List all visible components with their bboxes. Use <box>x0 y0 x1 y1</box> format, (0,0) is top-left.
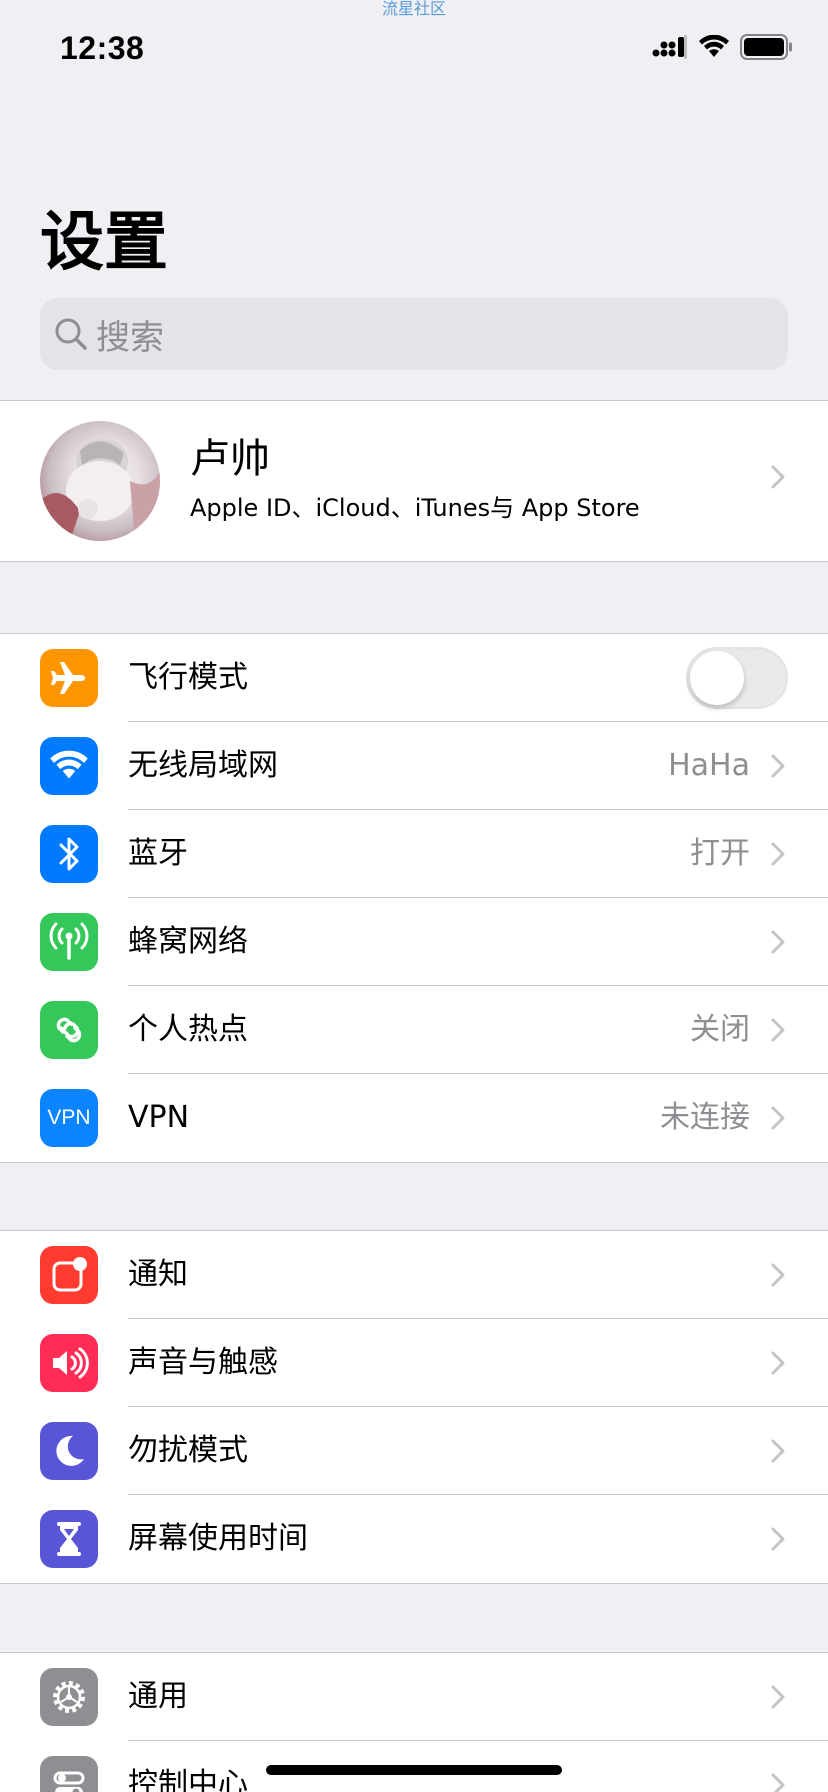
settings-row-do-not-disturb[interactable]: 勿扰模式 <box>0 1407 828 1495</box>
settings-row-screen-time[interactable]: 屏幕使用时间 <box>0 1495 828 1583</box>
settings-row-label: 蓝牙 <box>128 836 188 871</box>
settings-row-value: HaHa <box>668 748 750 783</box>
vpn-icon-text: VPN <box>47 1106 91 1129</box>
connectivity-group: 飞行模式 无线局域网 HaHa 蓝牙 打开 蜂窝网络 个人热点 关闭 VPN V… <box>0 633 828 1163</box>
avatar <box>40 421 160 541</box>
wifi-icon <box>40 737 98 795</box>
settings-row-personal-hotspot[interactable]: 个人热点 关闭 <box>0 986 828 1074</box>
settings-row-value: 关闭 <box>690 1012 750 1047</box>
settings-row-label: 通知 <box>128 1257 188 1292</box>
status-time: 12:38 <box>60 30 145 66</box>
search-icon <box>55 318 87 350</box>
settings-row-label: VPN <box>128 1100 190 1135</box>
airplane-mode-toggle[interactable] <box>686 647 788 709</box>
chevron-right-icon <box>771 1685 785 1709</box>
settings-row-label: 通用 <box>128 1679 188 1714</box>
settings-row-vpn[interactable]: VPN VPN 未连接 <box>0 1074 828 1162</box>
page-title: 设置 <box>40 206 168 280</box>
status-bar: 12:38 <box>0 26 828 72</box>
settings-row-label: 控制中心 <box>128 1767 248 1792</box>
toggle-knob <box>690 651 744 705</box>
profile-subtitle: Apple ID、iCloud、iTunes与 App Store <box>190 494 640 522</box>
chevron-right-icon <box>771 1106 785 1130</box>
notifications-group: 通知 声音与触感 勿扰模式 屏幕使用时间 <box>0 1230 828 1584</box>
gear-icon <box>40 1668 98 1726</box>
chevron-right-icon <box>771 1018 785 1042</box>
chevron-right-icon <box>771 1773 785 1792</box>
cellular-signal-icon <box>652 35 687 59</box>
search-placeholder: 搜索 <box>96 317 164 358</box>
settings-row-bluetooth[interactable]: 蓝牙 打开 <box>0 810 828 898</box>
chevron-right-icon <box>771 842 785 866</box>
battery-icon <box>740 34 792 60</box>
settings-row-value: 打开 <box>690 836 750 871</box>
chevron-right-icon <box>771 754 785 778</box>
chevron-right-icon <box>771 1527 785 1551</box>
airplane-icon <box>40 649 98 707</box>
status-icons <box>652 34 794 60</box>
notifications-icon <box>40 1246 98 1304</box>
settings-row-label: 勿扰模式 <box>128 1433 248 1468</box>
apple-id-profile-row[interactable]: 卢帅 Apple ID、iCloud、iTunes与 App Store <box>0 400 828 562</box>
chevron-right-icon <box>771 1263 785 1287</box>
chevron-right-icon <box>771 1439 785 1463</box>
settings-row-sounds-haptics[interactable]: 声音与触感 <box>0 1319 828 1407</box>
settings-row-label: 无线局域网 <box>128 748 278 783</box>
settings-row-value: 未连接 <box>660 1100 750 1135</box>
chevron-right-icon <box>771 1351 785 1375</box>
profile-name: 卢帅 <box>190 436 270 482</box>
speaker-icon <box>40 1334 98 1392</box>
wifi-icon <box>699 35 729 57</box>
hotspot-icon <box>40 1001 98 1059</box>
vpn-icon: VPN <box>40 1089 98 1147</box>
hourglass-icon <box>40 1510 98 1568</box>
settings-screen: 流星社区 12:38 设置 搜索 卢帅 Apple ID、iCloud、iTun… <box>0 0 828 1792</box>
settings-row-label: 屏幕使用时间 <box>128 1521 308 1556</box>
settings-row-notifications[interactable]: 通知 <box>0 1231 828 1319</box>
cellular-antenna-icon <box>40 913 98 971</box>
settings-row-cellular[interactable]: 蜂窝网络 <box>0 898 828 986</box>
settings-row-label: 飞行模式 <box>128 660 248 695</box>
bluetooth-icon <box>40 825 98 883</box>
settings-row-label: 个人热点 <box>128 1012 248 1047</box>
settings-row-general[interactable]: 通用 <box>0 1653 828 1741</box>
home-indicator[interactable] <box>266 1765 562 1775</box>
moon-icon <box>40 1422 98 1480</box>
watermark-text: 流星社区 <box>381 0 446 18</box>
settings-row-label: 蜂窝网络 <box>128 924 248 959</box>
control-center-icon <box>40 1756 98 1792</box>
settings-row-wlan[interactable]: 无线局域网 HaHa <box>0 722 828 810</box>
chevron-right-icon <box>771 465 785 489</box>
settings-row-label: 声音与触感 <box>128 1345 278 1380</box>
chevron-right-icon <box>771 930 785 954</box>
search-input[interactable]: 搜索 <box>40 298 788 370</box>
settings-row-airplane-mode: 飞行模式 <box>0 634 828 722</box>
